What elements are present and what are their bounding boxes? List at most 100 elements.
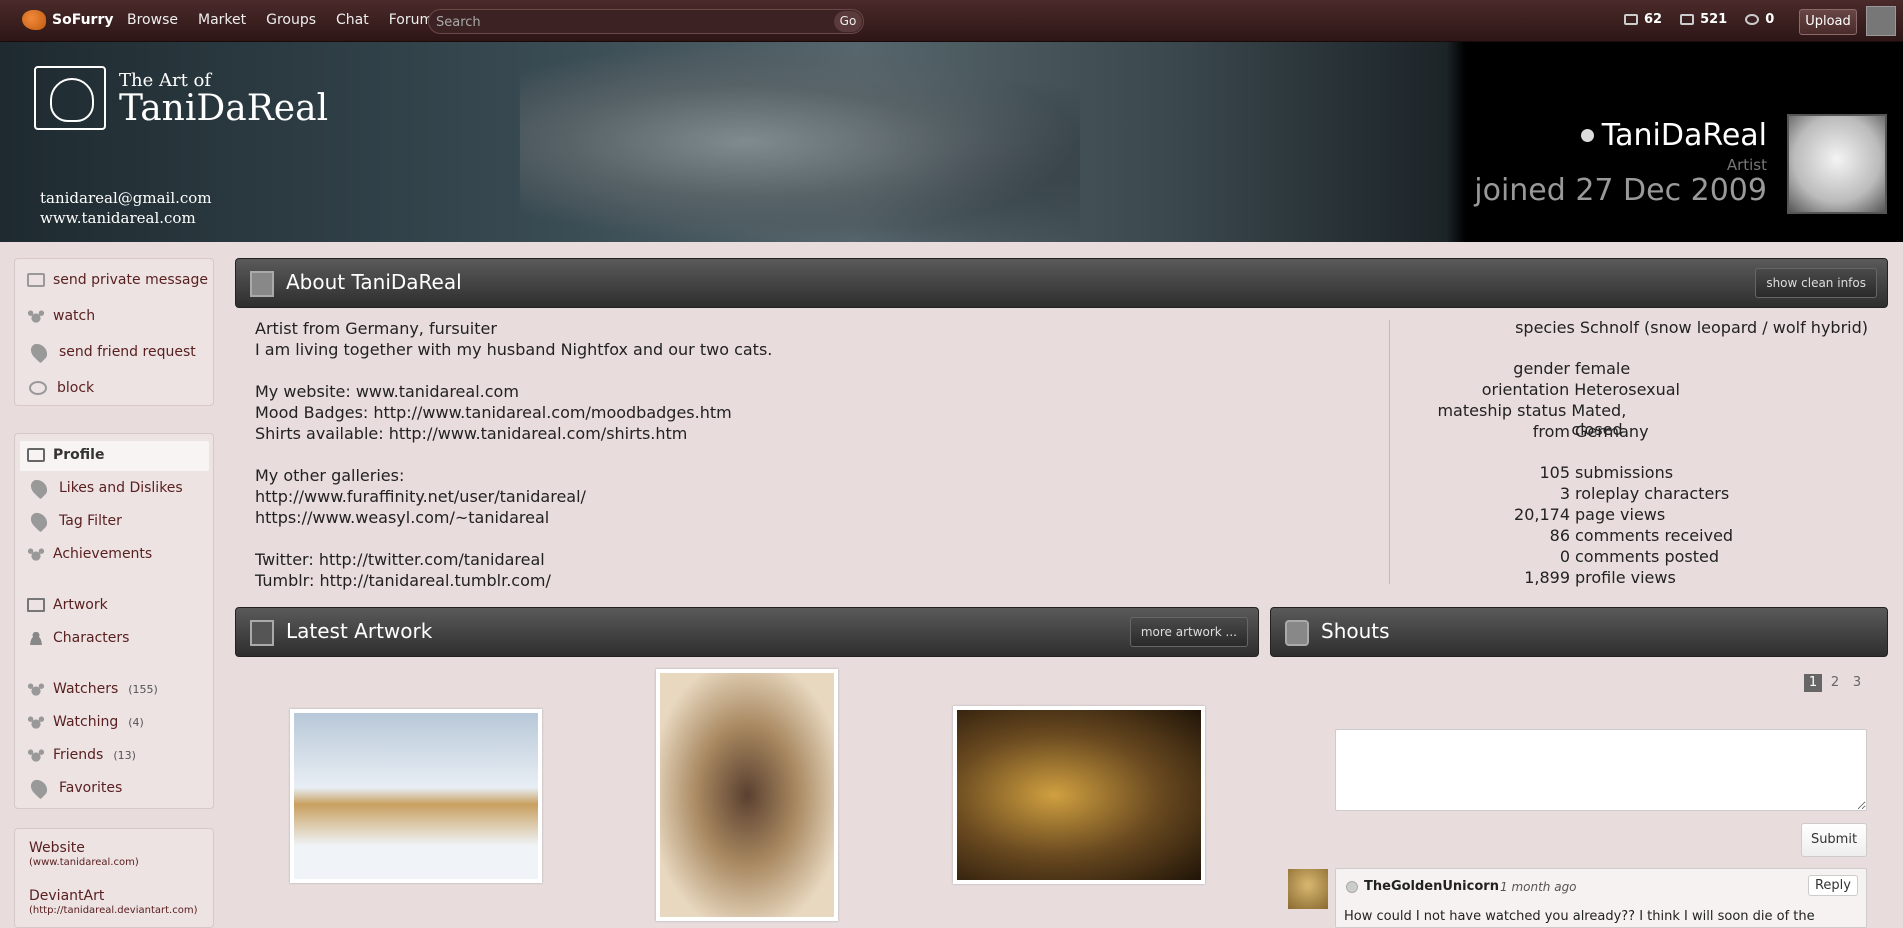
info-key: from — [1532, 422, 1570, 441]
stat-value: 86 — [1549, 526, 1570, 545]
easel-icon — [250, 620, 274, 646]
nav-chat[interactable]: Chat — [336, 12, 369, 28]
chat-counter[interactable]: 0 — [1745, 12, 1774, 27]
about-title: About TaniDaReal — [286, 270, 462, 294]
stat-profile-views: 1,899 profile views — [1420, 568, 1676, 587]
profile-banner: The Art of TaniDaReal tanidareal@gmail.c… — [0, 42, 1903, 242]
sidebar-item-characters[interactable]: Characters — [27, 630, 129, 646]
artwork-thumb-lion[interactable] — [290, 709, 542, 883]
comment-text: How could I not have watched you already… — [1344, 909, 1815, 924]
nav-browse[interactable]: Browse — [127, 12, 178, 28]
about-divider — [1389, 320, 1390, 584]
sidebar-item-friends[interactable]: Friends (13) — [27, 747, 136, 763]
person-icon — [27, 631, 45, 645]
profile-username: TaniDaReal — [1580, 118, 1767, 153]
reply-button[interactable]: Reply — [1807, 875, 1858, 896]
artwork-thumb-wolf[interactable] — [656, 669, 838, 921]
stat-roleplay: 3 roleplay characters — [1420, 484, 1729, 503]
paw-icon — [27, 309, 45, 323]
stat-value: 105 — [1539, 463, 1570, 482]
info-value: Schnolf (snow leopard / wolf hybrid) — [1579, 318, 1868, 337]
sidebar-item-artwork[interactable]: Artwork — [27, 597, 108, 613]
deviantart-link[interactable]: DeviantArt — [29, 888, 104, 904]
stat-label: page views — [1575, 505, 1666, 524]
nav-market[interactable]: Market — [198, 12, 246, 28]
info-key: gender — [1513, 359, 1570, 378]
heart-icon — [27, 509, 51, 533]
page-1[interactable]: 1 — [1804, 674, 1822, 692]
shouts-pagination: 1 2 3 — [1804, 674, 1866, 692]
sidebar-item-label: Artwork — [53, 597, 108, 613]
page-3[interactable]: 3 — [1848, 674, 1866, 692]
sidebar-item-label: Characters — [53, 630, 130, 646]
user-avatar-mini[interactable] — [1866, 6, 1896, 36]
paw-icon — [27, 682, 45, 696]
sidebar-item-favorites[interactable]: Favorites — [27, 776, 123, 800]
commenter-avatar[interactable] — [1288, 869, 1328, 909]
info-from: from Germany — [1420, 422, 1680, 441]
stat-label: roleplay characters — [1575, 484, 1730, 503]
block-link[interactable]: block — [27, 380, 94, 396]
username-text: TaniDaReal — [1601, 118, 1767, 153]
profile-avatar[interactable] — [1787, 114, 1887, 214]
stat-value: 20,174 — [1514, 505, 1570, 524]
info-orientation: orientation Heterosexual — [1420, 380, 1680, 399]
action-label: send private message — [53, 272, 208, 288]
artwork-thumb-couch[interactable] — [953, 706, 1205, 884]
send-private-message-link[interactable]: send private message — [27, 272, 208, 288]
latest-artwork-title: Latest Artwork — [286, 619, 433, 643]
sidebar-item-tag-filter[interactable]: Tag Filter — [27, 509, 122, 533]
id-card-icon — [250, 271, 274, 297]
pencil-icon — [27, 448, 45, 462]
banner-contact: tanidareal@gmail.com www.tanidareal.com — [40, 188, 212, 228]
nav-forum[interactable]: Forum — [389, 12, 433, 28]
stat-comments-received: 86 comments received — [1420, 526, 1733, 545]
watch-link[interactable]: watch — [27, 308, 95, 324]
status-dot-icon — [1346, 881, 1358, 893]
sidebar-item-watching[interactable]: Watching (4) — [27, 714, 144, 730]
profile-role: Artist — [1726, 156, 1767, 174]
info-value: Heterosexual — [1574, 380, 1680, 399]
search-go-button[interactable]: Go — [834, 11, 862, 32]
about-bio: Artist from Germany, fursuiter I am livi… — [255, 319, 773, 590]
paw-icon — [27, 748, 45, 762]
stat-page-views: 20,174 page views — [1420, 505, 1665, 524]
online-status-icon — [1580, 129, 1594, 142]
sidebar-item-label: Watchers — [53, 681, 119, 697]
stat-value: 1,899 — [1524, 568, 1570, 587]
stat-value: 3 — [1559, 484, 1570, 503]
sidebar-item-likes[interactable]: Likes and Dislikes — [27, 476, 183, 500]
shouts-title: Shouts — [1321, 619, 1390, 643]
main-nav: Browse Market Groups Chat Forum — [127, 12, 453, 28]
inbox-counter[interactable]: 521 — [1680, 12, 1727, 27]
site-logo[interactable]: SoFurry — [22, 10, 113, 30]
upload-button[interactable]: Upload — [1799, 9, 1857, 35]
info-key: orientation — [1481, 380, 1570, 399]
sidebar-item-watchers[interactable]: Watchers (155) — [27, 681, 158, 697]
inbox-icon — [1680, 14, 1695, 25]
sidebar-item-label: Profile — [53, 447, 105, 463]
nav-groups[interactable]: Groups — [266, 12, 316, 28]
search-input[interactable] — [436, 13, 826, 31]
show-clean-infos-button[interactable]: show clean infos — [1755, 268, 1877, 298]
website-link-url[interactable]: (www.tanidareal.com) — [29, 857, 139, 868]
submissions-counter[interactable]: 62 — [1624, 12, 1662, 27]
sidebar-item-label: Favorites — [59, 780, 123, 796]
image-icon — [27, 598, 45, 612]
submit-shout-button[interactable]: Submit — [1801, 823, 1867, 857]
sidebar-item-profile[interactable]: Profile — [27, 447, 104, 463]
more-artwork-button[interactable]: more artwork ... — [1129, 617, 1248, 647]
speech-bubble-icon — [1285, 620, 1309, 646]
sidebar-item-achievements[interactable]: Achievements — [27, 546, 152, 562]
notification-counters: 62 521 0 — [1624, 12, 1774, 27]
shout-textarea[interactable] — [1335, 729, 1867, 811]
stat-submissions: 105 submissions — [1420, 463, 1673, 482]
heart-icon — [27, 476, 51, 500]
website-link[interactable]: Website — [29, 840, 85, 856]
submissions-icon — [1624, 14, 1638, 25]
sidebar-item-label: Likes and Dislikes — [59, 480, 183, 496]
send-friend-request-link[interactable]: send friend request — [27, 340, 196, 364]
comment-author[interactable]: TheGoldenUnicorn — [1364, 879, 1499, 894]
page-2[interactable]: 2 — [1826, 674, 1844, 692]
deviantart-link-url[interactable]: (http://tanidareal.deviantart.com) — [29, 905, 198, 916]
